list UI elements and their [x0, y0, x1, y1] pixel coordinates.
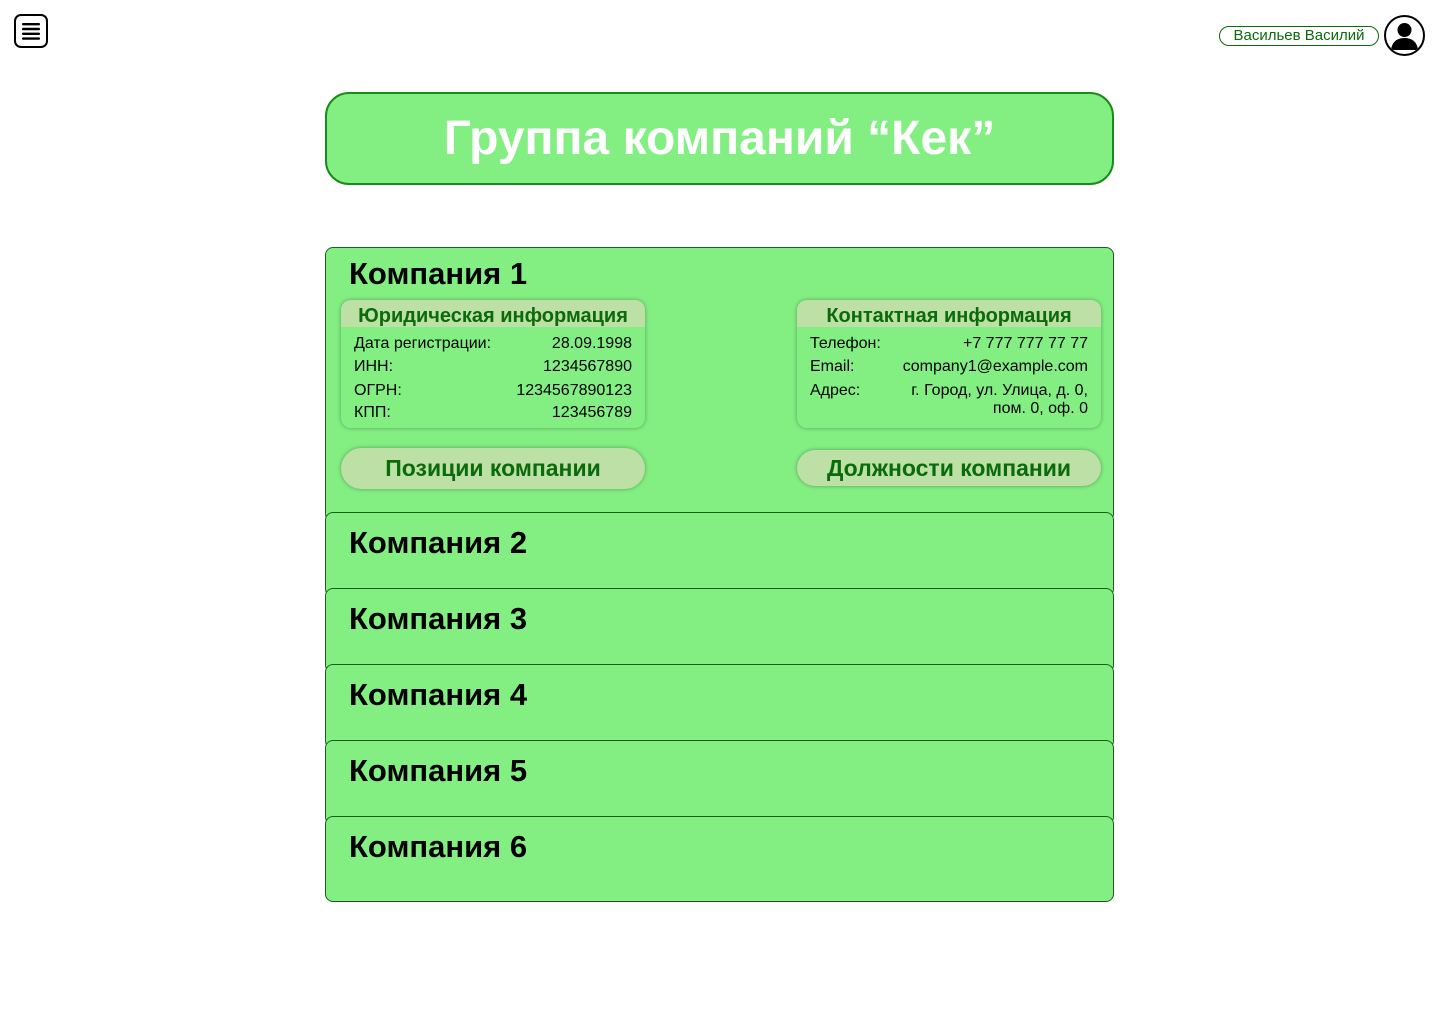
- info-label: Дата регистрации:: [354, 335, 492, 352]
- company-card-5[interactable]: Компания 5: [325, 740, 1114, 825]
- menu-button[interactable]: [14, 14, 48, 48]
- company-title: Компания 4: [349, 677, 528, 712]
- info-row: КПП: 123456789: [354, 404, 632, 422]
- address-line-1: г. Город, ул. Улица, д. 0,: [911, 382, 1088, 399]
- info-row: Телефон: +7 777 777 77 77: [810, 335, 1088, 353]
- company-title: Компания 6: [349, 829, 528, 864]
- info-row: Email: company1@example.com: [810, 358, 1088, 376]
- info-label: КПП:: [354, 404, 391, 421]
- info-value: 1234567890123: [516, 382, 632, 399]
- info-value: г. Город, ул. Улица, д. 0, пом. 0, оф. 0: [911, 382, 1088, 418]
- hamburger-menu-icon: [22, 23, 40, 40]
- info-value: +7 777 777 77 77: [962, 335, 1088, 352]
- info-label: Адрес:: [810, 382, 861, 399]
- company-card-2[interactable]: Компания 2: [325, 512, 1114, 597]
- company-title: Компания 3: [349, 601, 528, 636]
- company-positions-button[interactable]: Позиции компании: [341, 448, 645, 489]
- legal-info-card: Юридическая информация Дата регистрации:…: [341, 300, 645, 428]
- group-title: Группа компаний “Кек”: [325, 92, 1114, 185]
- info-row: ИНН: 1234567890: [354, 358, 632, 376]
- avatar[interactable]: [1384, 15, 1425, 56]
- contact-info-card: Контактная информация Телефон: +7 777 77…: [797, 300, 1101, 428]
- user-avatar-icon: [1391, 23, 1418, 50]
- info-label: Email:: [810, 358, 855, 375]
- info-row: Адрес: г. Город, ул. Улица, д. 0, пом. 0…: [810, 382, 1088, 418]
- legal-info-title: Юридическая информация: [341, 300, 645, 327]
- company-jobs-button[interactable]: Должности компании: [797, 450, 1101, 486]
- company-title: Компания 2: [349, 525, 528, 560]
- info-value: 28.09.1998: [551, 335, 632, 352]
- info-label: ИНН:: [354, 358, 394, 375]
- info-value: company1@example.com: [902, 358, 1088, 375]
- info-label: Телефон:: [810, 335, 881, 352]
- page: Васильев Василий Группа компаний “Кек” К…: [0, 0, 1440, 1024]
- company-title: Компания 1: [349, 256, 528, 291]
- contact-info-title: Контактная информация: [797, 300, 1101, 327]
- company-title: Компания 5: [349, 753, 528, 788]
- info-row: ОГРН: 1234567890123: [354, 382, 632, 400]
- company-card-6[interactable]: Компания 6: [325, 816, 1114, 902]
- info-label: ОГРН:: [354, 382, 402, 399]
- user-name-button[interactable]: Васильев Василий: [1219, 26, 1379, 46]
- company-card-1[interactable]: Компания 1 Юридическая информация Дата р…: [325, 247, 1114, 522]
- info-value: 1234567890: [543, 358, 632, 375]
- info-value: 123456789: [551, 404, 632, 421]
- address-line-2: пом. 0, оф. 0: [992, 400, 1088, 417]
- info-row: Дата регистрации: 28.09.1998: [354, 335, 632, 353]
- company-card-3[interactable]: Компания 3: [325, 588, 1114, 673]
- company-card-4[interactable]: Компания 4: [325, 664, 1114, 749]
